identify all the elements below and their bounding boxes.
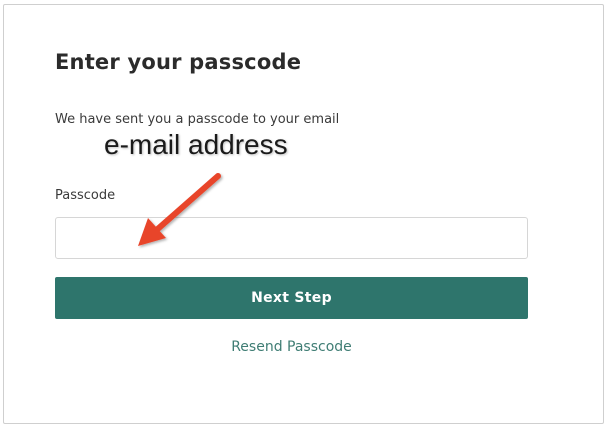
next-step-button[interactable]: Next Step bbox=[55, 277, 528, 319]
page-title: Enter your passcode bbox=[55, 50, 302, 74]
arrow-shaft bbox=[149, 173, 221, 237]
arrow-icon bbox=[138, 173, 221, 246]
annotation-label: e-mail address bbox=[104, 129, 288, 160]
passcode-input[interactable] bbox=[55, 217, 528, 259]
resend-passcode-link[interactable]: Resend Passcode bbox=[55, 339, 528, 355]
subtitle-text: We have sent you a passcode to your emai… bbox=[55, 112, 340, 127]
passcode-label: Passcode bbox=[55, 188, 116, 203]
